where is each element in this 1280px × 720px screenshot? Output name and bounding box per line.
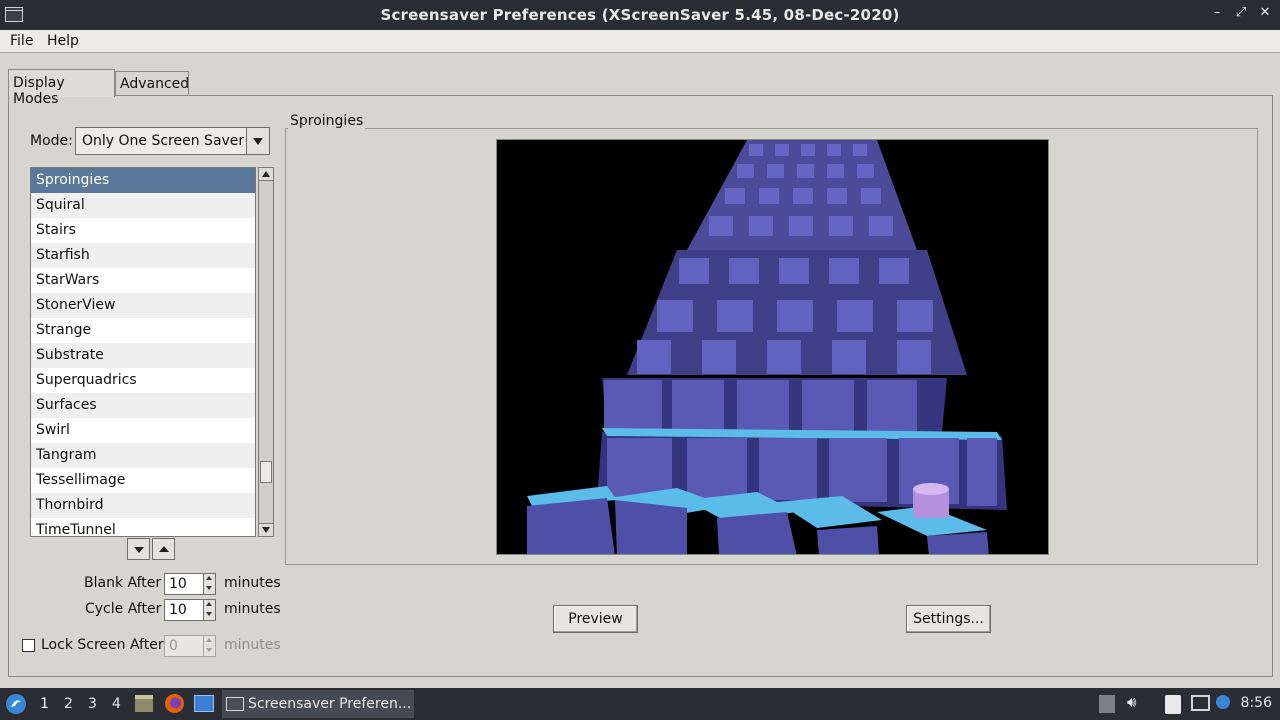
blank-after-label: Blank After — [84, 575, 162, 591]
list-item[interactable]: Thornbird — [31, 493, 255, 518]
notification-icon[interactable] — [1216, 695, 1230, 709]
mode-label: Mode: — [30, 133, 73, 149]
title-bar: Screensaver Preferences (XScreenSaver 5.… — [0, 0, 1280, 30]
taskbar-item-label: Screensaver Preferen... — [248, 696, 412, 712]
workspace-2[interactable]: 2 — [64, 696, 73, 712]
cycle-after-label: Cycle After — [85, 601, 162, 617]
taskbar: 1 2 3 4 Screensaver Preferen... 🔊︎ 8:56 — [0, 688, 1280, 720]
clock: 8:56 — [1240, 695, 1272, 711]
list-scrollbar[interactable] — [258, 167, 274, 537]
clipboard-icon[interactable] — [1165, 695, 1181, 714]
taskbar-item-screensaver[interactable]: Screensaver Preferen... — [222, 690, 414, 718]
start-menu-icon[interactable] — [5, 693, 27, 715]
cycle-after-value: 10 — [169, 602, 187, 618]
lock-screen-checkbox[interactable] — [22, 639, 35, 652]
mode-value: Only One Screen Saver — [82, 133, 245, 149]
list-item[interactable]: Sproingies — [31, 168, 255, 193]
network-icon[interactable] — [1191, 695, 1210, 711]
previous-saver-button[interactable] — [152, 538, 175, 560]
chevron-down-icon[interactable] — [246, 128, 269, 154]
list-item[interactable]: Strange — [31, 318, 255, 343]
preview-button[interactable]: Preview — [553, 605, 638, 633]
lock-after-spinner: 0 — [164, 635, 216, 657]
maximize-icon[interactable]: ⤢ — [1234, 5, 1248, 20]
file-manager-icon[interactable] — [135, 695, 153, 712]
menu-bar: File Help — [0, 30, 1280, 53]
list-item[interactable]: Swirl — [31, 418, 255, 443]
sproingies-preview-image — [497, 140, 1048, 554]
scrollbar-thumb[interactable] — [260, 461, 272, 483]
blank-after-value: 10 — [169, 576, 187, 592]
list-item[interactable]: Stairs — [31, 218, 255, 243]
tab-display-modes[interactable]: Display Modes — [8, 69, 115, 107]
spinner-arrows-icon[interactable] — [203, 574, 215, 594]
window-title: Screensaver Preferences (XScreenSaver 5.… — [380, 6, 900, 24]
list-item[interactable]: Tangram — [31, 443, 255, 468]
cycle-after-spinner[interactable]: 10 — [164, 599, 216, 621]
minimize-icon[interactable]: – — [1210, 5, 1224, 20]
tray-updates-icon[interactable] — [1099, 695, 1115, 713]
list-item[interactable]: Starfish — [31, 243, 255, 268]
tab-advanced[interactable]: Advanced — [115, 71, 189, 96]
settings-button[interactable]: Settings... — [906, 605, 991, 633]
list-item[interactable]: Squiral — [31, 193, 255, 218]
list-item[interactable]: StarWars — [31, 268, 255, 293]
menu-file[interactable]: File — [10, 33, 33, 49]
menu-help[interactable]: Help — [47, 33, 79, 49]
workspace-1[interactable]: 1 — [40, 696, 49, 712]
screensaver-preview — [496, 139, 1049, 555]
window-icon — [226, 697, 244, 711]
spinner-arrows-icon[interactable] — [203, 600, 215, 620]
list-item[interactable]: Substrate — [31, 343, 255, 368]
list-item[interactable]: Tessellimage — [31, 468, 255, 493]
preview-frame-title: Sproingies — [288, 113, 366, 129]
workspace-4[interactable]: 4 — [112, 696, 121, 712]
list-item[interactable]: TimeTunnel — [31, 518, 255, 536]
desktop-icon[interactable] — [194, 695, 214, 712]
close-icon[interactable]: ✕ — [1258, 5, 1272, 20]
lock-screen-label: Lock Screen After — [41, 637, 164, 653]
mode-dropdown[interactable]: Only One Screen Saver — [75, 127, 270, 155]
blank-after-spinner[interactable]: 10 — [164, 573, 216, 595]
firefox-icon[interactable] — [164, 693, 185, 714]
blank-after-unit: minutes — [224, 575, 281, 591]
spinner-arrows-icon — [203, 636, 215, 656]
lock-after-unit: minutes — [224, 637, 281, 653]
scroll-up-icon[interactable] — [259, 168, 273, 181]
lock-after-value: 0 — [169, 638, 178, 654]
volume-icon[interactable]: 🔊︎ — [1127, 693, 1136, 711]
list-item[interactable]: Superquadrics — [31, 368, 255, 393]
next-saver-button[interactable] — [127, 538, 150, 560]
scroll-down-icon[interactable] — [259, 523, 273, 536]
cycle-after-unit: minutes — [224, 601, 281, 617]
list-item[interactable]: Surfaces — [31, 393, 255, 418]
workspace-3[interactable]: 3 — [88, 696, 97, 712]
list-item[interactable]: StonerView — [31, 293, 255, 318]
screensaver-list[interactable]: Sproingies Squiral Stairs Starfish StarW… — [30, 167, 256, 537]
